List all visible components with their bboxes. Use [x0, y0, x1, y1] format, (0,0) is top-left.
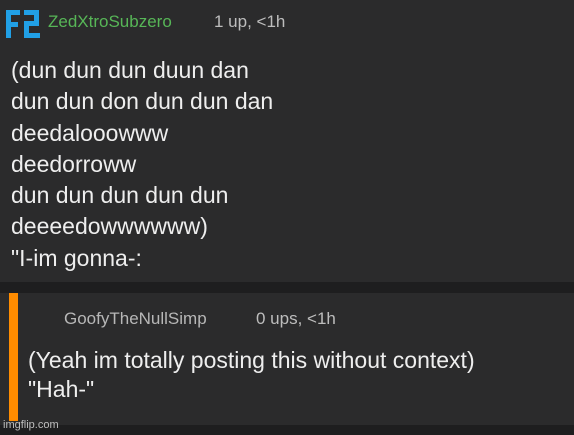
flag-logo-icon[interactable] [5, 8, 43, 40]
reply-line: (Yeah im totally posting this without co… [28, 347, 475, 373]
reply-body: (Yeah im totally posting this without co… [28, 346, 475, 404]
comment-line: "I-im gonna-: [11, 244, 142, 271]
reply-thread-bar [9, 293, 18, 421]
reply-line: "Hah-" [28, 376, 95, 402]
comment-line: deedorroww [11, 150, 137, 177]
reply-meta: 0 ups, <1h [256, 309, 336, 328]
reply-comment: GoofyTheNullSimp 0 ups, <1h (Yeah im tot… [0, 293, 574, 425]
comment-divider [0, 282, 574, 293]
comment-username[interactable]: ZedXtroSubzero [48, 12, 172, 32]
comment-meta: 1 up, <1h [214, 12, 286, 31]
comment-body: (dun dun dun duun dan dun dun don dun du… [11, 55, 561, 274]
comment-line: dun dun dun dun dun [11, 182, 229, 209]
comment: ZedXtroSubzero 1 up, <1h (dun dun dun du… [0, 0, 574, 282]
comment-line: (dun dun dun duun dan [11, 57, 249, 83]
comment-line: dun dun don dun dun dan [11, 88, 274, 115]
comment-line: deeeedowwwwww) [11, 213, 208, 240]
bottom-strip [0, 425, 574, 435]
comment-line: deedalooowww [11, 119, 169, 146]
reply-username[interactable]: GoofyTheNullSimp [64, 309, 207, 329]
watermark: imgflip.com [3, 419, 59, 431]
comment-thread: ZedXtroSubzero 1 up, <1h (dun dun dun du… [0, 0, 574, 435]
